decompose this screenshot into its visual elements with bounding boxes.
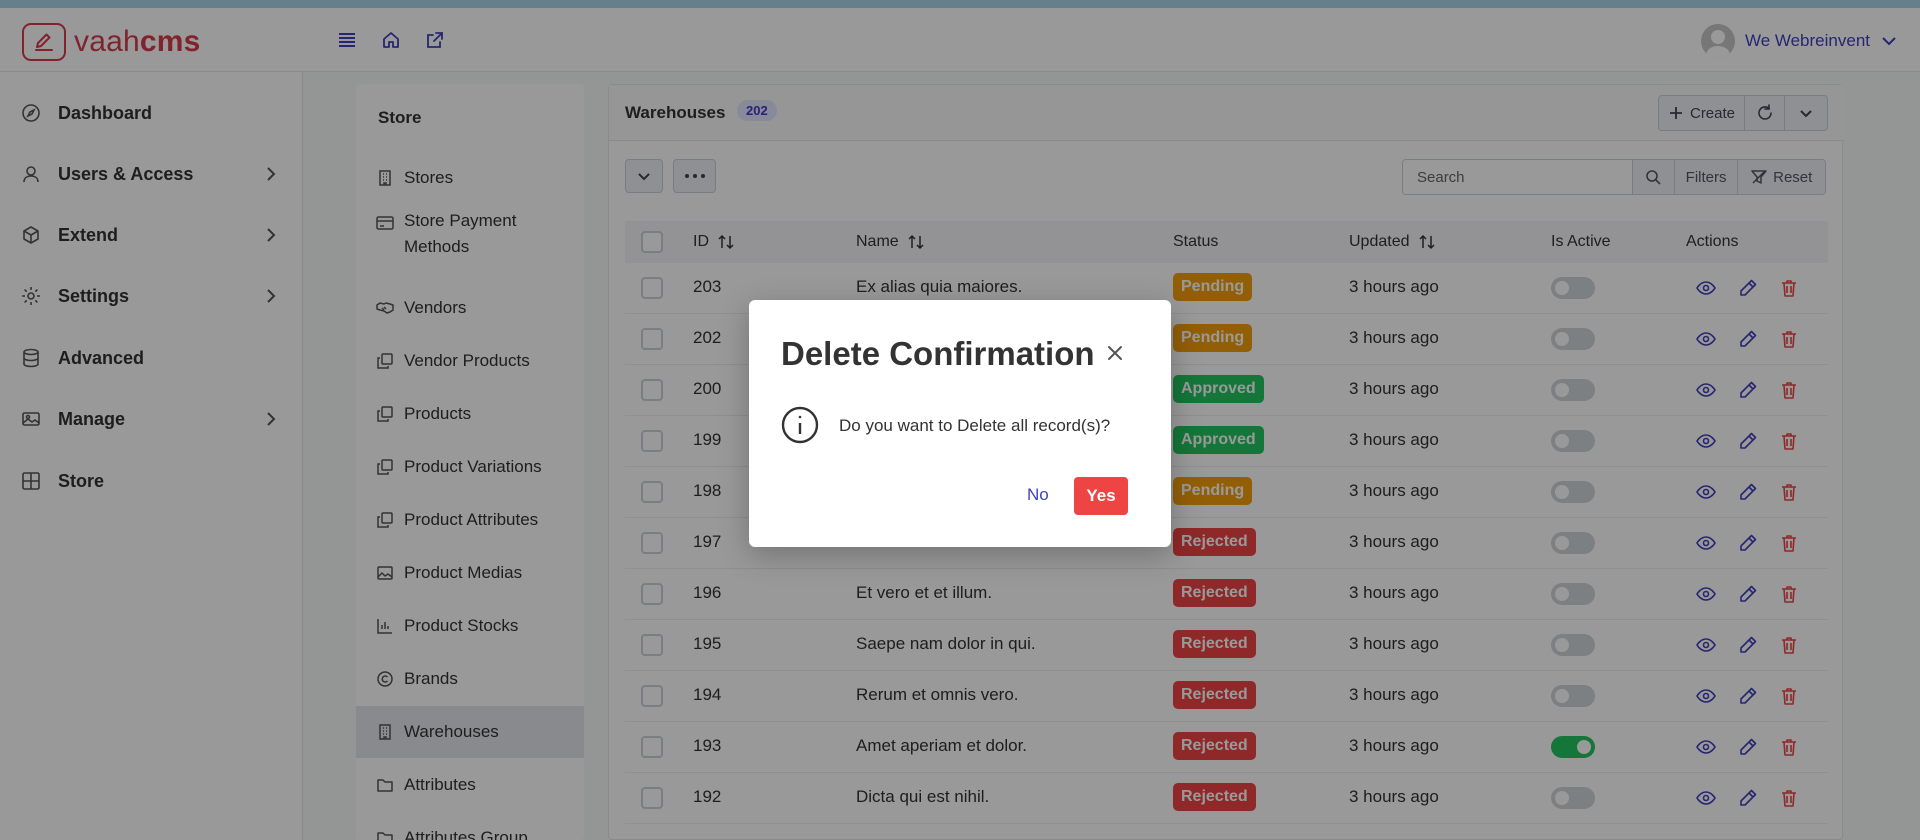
- no-button[interactable]: No: [1017, 477, 1059, 513]
- yes-button[interactable]: Yes: [1074, 477, 1128, 515]
- delete-confirmation-dialog: Delete Confirmation Do you want to Delet…: [749, 300, 1171, 547]
- dialog-title: Delete Confirmation: [781, 335, 1095, 372]
- close-icon[interactable]: [1104, 342, 1126, 364]
- dialog-message: Do you want to Delete all record(s)?: [839, 416, 1111, 435]
- info-circle-icon: [781, 406, 819, 444]
